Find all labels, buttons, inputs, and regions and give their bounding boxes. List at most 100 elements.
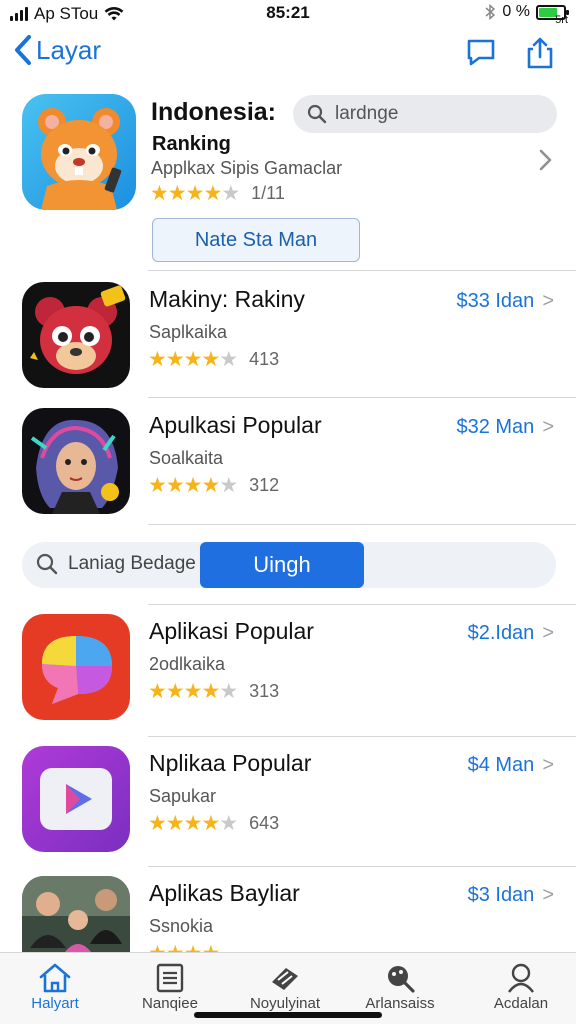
list-icon <box>156 963 184 993</box>
star-icon: ★ <box>184 943 203 952</box>
play-icon <box>22 746 130 852</box>
battery-label: 5rt <box>555 14 568 26</box>
price-button[interactable]: $4 Man > <box>468 754 554 777</box>
star-icon: ★ <box>201 812 220 835</box>
chevron-right-icon: > <box>542 754 554 776</box>
rating-count: 313 <box>249 681 280 701</box>
status-bar: Ap STou 85:21 0 % 5rt <box>0 0 576 28</box>
star-icon: ★ <box>201 474 220 497</box>
red-bear-icon <box>22 282 130 388</box>
featured-title: Indonesia: <box>151 98 277 126</box>
search-placeholder: lardnge <box>335 103 399 124</box>
tab-label: Acdalan <box>493 995 549 1012</box>
chevron-right-icon[interactable] <box>538 148 554 172</box>
price-label: $4 Man <box>467 754 535 776</box>
list-item[interactable]: Makiny: Rakiny $33 Idan > Saplkaika ★ ★ … <box>0 282 576 408</box>
star-icon: ★ <box>201 348 220 371</box>
star-icon: ★ <box>165 348 185 371</box>
tab-label: Noyulyinat <box>249 995 321 1012</box>
home-indicator <box>194 1012 382 1018</box>
back-button[interactable]: Layar <box>14 34 101 66</box>
tab-label: Nanqiee <box>142 995 198 1012</box>
rating-count: 413 <box>249 349 280 369</box>
featured-rating: ★ ★ ★ ★ ★ 1/11 <box>150 183 285 204</box>
star-half-icon: ★ <box>219 348 238 371</box>
star-half-icon: ★ <box>221 182 240 205</box>
divider <box>148 524 576 525</box>
chevron-right-icon: > <box>542 884 554 906</box>
chevron-right-icon: > <box>542 622 554 644</box>
share-icon[interactable] <box>524 36 556 70</box>
back-label: Layar <box>36 34 102 65</box>
app-subtitle: Soalkaita <box>149 448 224 468</box>
list-item[interactable]: Apulkasi Popular $32 Man > Soalkaita ★ ★… <box>0 408 576 534</box>
tab-account[interactable]: Acdalan <box>466 961 576 1012</box>
price-button[interactable]: $2.Idan > <box>468 622 554 645</box>
search-field[interactable]: Laniag Bedage <box>36 553 196 575</box>
app-subtitle: Sapukar <box>149 786 217 806</box>
bluetooth-icon <box>485 4 496 20</box>
price-button[interactable]: $3 Idan > <box>468 884 554 907</box>
tab-list[interactable]: Nanqiee <box>115 961 225 1012</box>
search-icon <box>388 966 415 993</box>
star-icon: ★ <box>183 680 203 703</box>
price-button[interactable]: $32 Man > <box>456 416 554 439</box>
tab-search[interactable]: Arlansaiss <box>345 961 455 1012</box>
star-icon: ★ <box>148 812 167 835</box>
divider <box>148 604 576 605</box>
star-icon: ★ <box>165 474 185 497</box>
account-icon <box>508 963 534 993</box>
tab-games[interactable]: Noyulyinat <box>230 961 340 1012</box>
chat-bubble-icon <box>22 614 130 720</box>
app-rating: ★ ★ ★ ★ ★ 643 <box>148 813 279 834</box>
featured-description: Applkax Sipis Gamaclar <box>151 158 343 178</box>
star-half-icon: ★ <box>219 474 238 497</box>
app-rating: ★ ★ ★ ★ <box>148 943 220 952</box>
star-icon: ★ <box>166 943 185 952</box>
star-icon: ★ <box>148 348 167 371</box>
price-button[interactable]: $33 Idan > <box>456 290 554 313</box>
people-photo-icon <box>22 876 130 952</box>
app-title: Makiny: Rakiny <box>149 286 305 312</box>
price-label: $32 Man <box>456 416 535 438</box>
star-icon: ★ <box>183 348 203 371</box>
app-subtitle: 2odlkaika <box>149 654 226 674</box>
featured-action-button[interactable]: Nate Sta Man <box>152 218 360 262</box>
star-icon: ★ <box>183 812 203 835</box>
star-icon: ★ <box>183 474 203 497</box>
tab-home[interactable]: Halyart <box>0 961 110 1012</box>
rating-count: 312 <box>249 475 280 495</box>
list-item[interactable]: Nplikaa Popular $4 Man > Sapukar ★ ★ ★ ★… <box>0 746 576 872</box>
star-half-icon: ★ <box>219 812 238 835</box>
price-label: $3 Idan <box>467 884 535 906</box>
list-item[interactable]: Aplikas Bayliar $3 Idan > Ssnokia ★ ★ ★ … <box>0 876 576 952</box>
search-button[interactable]: Uingh <box>200 542 364 588</box>
app-title: Nplikaa Popular <box>149 750 312 776</box>
divider <box>148 866 576 867</box>
tab-label: Arlansaiss <box>365 995 435 1012</box>
tab-label: Halyart <box>31 995 79 1012</box>
price-label: $33 Idan <box>456 290 535 312</box>
list-item[interactable]: Aplikasi Popular $2.Idan > 2odlkaika ★ ★… <box>0 614 576 740</box>
app-subtitle: Saplkaika <box>149 322 228 342</box>
chevron-left-icon <box>15 35 31 65</box>
app-subtitle: Ssnokia <box>149 916 214 936</box>
star-icon: ★ <box>148 680 167 703</box>
rating-count: 1/11 <box>251 183 285 203</box>
divider <box>148 397 576 398</box>
anime-girl-icon <box>22 408 130 514</box>
star-icon: ★ <box>148 943 167 952</box>
star-icon: ★ <box>203 182 222 205</box>
battery-percent: 0 % <box>502 3 530 20</box>
divider <box>148 270 576 271</box>
search-input[interactable]: lardnge <box>293 95 557 133</box>
message-icon[interactable] <box>465 36 497 68</box>
hamster-app-icon[interactable] <box>22 94 136 210</box>
app-rating: ★ ★ ★ ★ ★ 313 <box>148 681 279 702</box>
star-icon: ★ <box>148 474 167 497</box>
search-bar[interactable]: Laniag Bedage Uingh <box>22 542 556 588</box>
star-icon: ★ <box>201 943 220 952</box>
star-icon: ★ <box>165 812 185 835</box>
chevron-right-icon: > <box>542 416 554 438</box>
app-title: Apulkasi Popular <box>149 412 322 438</box>
